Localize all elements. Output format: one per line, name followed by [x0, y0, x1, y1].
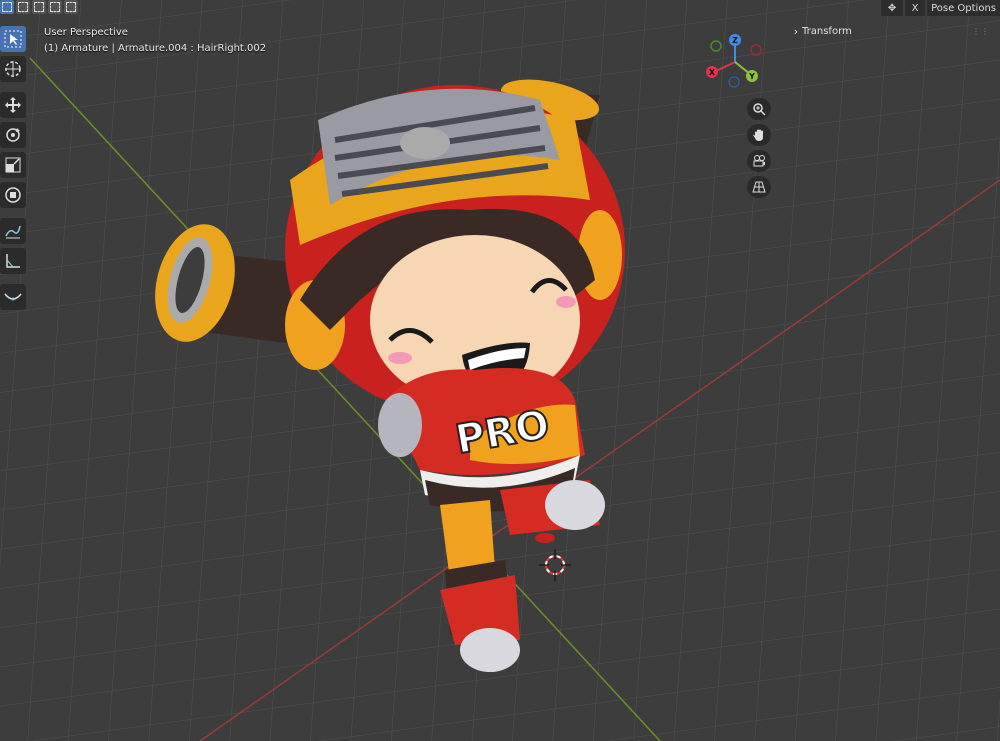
select-intersect-button[interactable] — [64, 0, 78, 14]
3d-viewport[interactable]: PRO — [0, 0, 1000, 741]
navigation-buttons — [747, 98, 771, 202]
neg-z-gizmo-dot — [728, 76, 740, 88]
select-subtract-icon — [34, 2, 44, 12]
select-intersect-icon — [66, 2, 76, 12]
zoom-button[interactable] — [747, 98, 771, 120]
select-new-icon — [2, 2, 12, 12]
tool-shelf — [0, 26, 28, 314]
transform-panel-label: Transform — [802, 25, 852, 37]
select-box-icon — [4, 30, 22, 48]
view-perspective-label: User Perspective — [44, 27, 128, 38]
snap-toggle-button[interactable]: ✥ — [881, 0, 904, 16]
grid-perspective-icon — [752, 181, 766, 193]
neg-y-gizmo-dot — [710, 40, 722, 52]
pan-button[interactable] — [747, 124, 771, 146]
viewport-scene: PRO — [0, 0, 1000, 741]
select-extend-icon — [18, 2, 28, 12]
drag-grip-icon[interactable]: ⋮⋮ — [972, 27, 990, 36]
move-icon — [5, 97, 21, 113]
move-tool[interactable] — [0, 92, 26, 118]
y-gizmo-label: Y — [748, 72, 755, 81]
navigation-gizmo[interactable]: Z X Y — [700, 30, 770, 90]
select-extend-button[interactable] — [16, 0, 30, 14]
cursor-tool[interactable] — [0, 56, 26, 82]
select-new-button[interactable] — [0, 0, 14, 14]
camera-view-button[interactable] — [747, 150, 771, 172]
select-subtract-button[interactable] — [32, 0, 46, 14]
scale-tool[interactable] — [0, 152, 26, 178]
bone-tool[interactable] — [0, 284, 26, 310]
pose-options-button[interactable]: Pose Options — [927, 0, 1000, 16]
x-mirror-button[interactable]: X — [905, 0, 926, 16]
active-object-label: (1) Armature | Armature.004 : HairRight.… — [44, 43, 267, 54]
transform-tool[interactable] — [0, 182, 26, 208]
selection-mode-group — [0, 0, 80, 16]
measure-tool[interactable] — [0, 248, 26, 274]
snap-icon: ✥ — [887, 2, 897, 14]
camera-icon — [753, 155, 765, 167]
measure-icon — [6, 254, 20, 268]
z-gizmo-label: Z — [732, 36, 738, 45]
select-invert-icon — [50, 2, 60, 12]
transform-icon — [5, 187, 21, 203]
rotate-icon — [6, 128, 20, 142]
transform-panel-header[interactable]: › Transform ⋮⋮ — [790, 22, 1000, 40]
hand-icon — [753, 129, 763, 141]
annotate-icon — [5, 225, 21, 239]
perspective-toggle-button[interactable] — [747, 176, 771, 198]
x-gizmo-label: X — [709, 68, 716, 77]
rotate-tool[interactable] — [0, 122, 26, 148]
annotate-tool[interactable] — [0, 218, 26, 244]
viewport-info: User Perspective (1) Armature | Armature… — [44, 25, 266, 57]
select-invert-button[interactable] — [48, 0, 62, 14]
header-right-group: ✥ X Pose Options — [881, 0, 1000, 16]
zoom-icon — [753, 103, 766, 116]
select-box-tool[interactable] — [0, 26, 26, 52]
chevron-right-icon: › — [793, 24, 799, 38]
curve-bone-icon — [4, 293, 22, 301]
cursor-icon — [5, 61, 21, 77]
neg-x-gizmo-dot — [750, 44, 762, 56]
scale-icon — [5, 157, 21, 173]
